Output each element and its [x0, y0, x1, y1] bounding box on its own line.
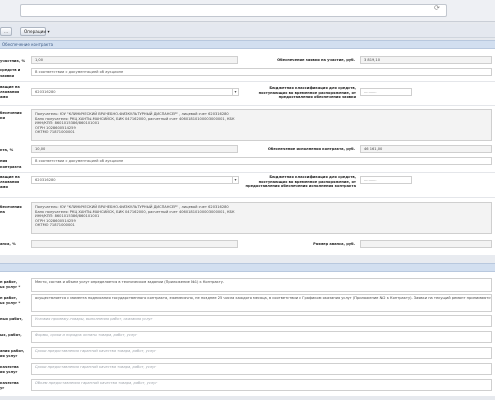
account2-select-value: 620316280: [35, 178, 56, 182]
bk2-input[interactable]: ...........: [360, 176, 412, 184]
requisites2-label-1: бесечения: [0, 205, 22, 209]
terms-row-field-1[interactable]: Место, состав и объем услуг определяется…: [31, 278, 492, 292]
exec-procedure-label-2: контракта: [0, 165, 22, 169]
app-amount-field[interactable]: 3 819,10: [360, 56, 492, 64]
requisites2-textarea[interactable]: Получатель: ЮУ "КЛИНИЧЕСКИЙ ВРАЧЕБНО-ФИЗ…: [31, 202, 492, 234]
terms-row-label-2b: ья услуг *: [0, 301, 21, 305]
divider: [0, 81, 495, 82]
exec-procedure-field[interactable]: В соответствии с документацией об аукцио…: [31, 157, 492, 165]
account2-label-2: лзования: [0, 180, 20, 184]
bottom-bar: [0, 396, 495, 400]
requisites-textarea[interactable]: Получатель: ЮУ "КЛИНИЧЕСКИЙ ВРАЧЕБНО-ФИЗ…: [31, 109, 492, 141]
terms-row-label-5b: ия услуг: [0, 354, 18, 358]
app-procedure-field[interactable]: В соответствии с документацией об аукцио…: [31, 68, 492, 76]
reload-icon[interactable]: ⟳: [434, 5, 491, 12]
app-procedure-label-1: средств и: [0, 68, 21, 72]
terms-row-field-7[interactable]: Объем предоставления гарантий качества т…: [31, 379, 492, 391]
divider: [0, 172, 495, 173]
terms-row-label-2a: н работ,: [0, 296, 18, 300]
terms-row-label-6a: качества: [0, 365, 19, 369]
exec-amount-field[interactable]: 46 161,00: [360, 145, 492, 153]
chevron-down-icon[interactable]: ▾: [232, 177, 238, 183]
terms-row-label-7a: качества: [0, 381, 19, 385]
advance-amount-field[interactable]: [360, 240, 492, 248]
advance-percent-label: анса, %: [0, 242, 16, 246]
bk2-label: Бюджетная классификация для средств, пос…: [245, 175, 356, 189]
account2-label-3: ами: [0, 185, 8, 189]
terms-row-label-7b: уг: [0, 386, 5, 390]
bk-label: Бюджетная классификация для средств, пос…: [258, 86, 356, 100]
terms-row-label-1a: н работ,: [0, 280, 18, 284]
operations-menu-button[interactable]: Операции ▾: [20, 27, 50, 36]
account2-label-1: ващие на: [0, 175, 20, 179]
terms-row-label-5a: ания работ,: [0, 349, 25, 353]
divider: [0, 105, 495, 106]
advance-amount-label: Размер аванса, руб.: [313, 242, 355, 246]
section-gap: [0, 255, 495, 263]
terms-row-label-1b: ья услуг *: [0, 285, 21, 289]
account-select[interactable]: 620316280 ▾: [31, 88, 239, 96]
terms-row-field-5[interactable]: Сроки предоставления гарантий качества т…: [31, 347, 492, 359]
terms-row-field-2[interactable]: осуществляется с момента подписания госу…: [31, 294, 492, 312]
requisites-label-1: бесечения: [0, 111, 22, 115]
divider: [0, 197, 495, 198]
account-label-1: ващие на: [0, 85, 20, 89]
bk-input[interactable]: ...........: [360, 88, 412, 96]
toolbar-button-back[interactable]: ...: [0, 27, 12, 36]
requisites-label-2: ки: [0, 116, 5, 120]
requisites2-label-2: на: [0, 210, 5, 214]
account-label-2: лзования: [0, 90, 20, 94]
account-select-value: 620316280: [35, 90, 56, 94]
terms-row-label-4a: ых, работ,: [0, 333, 22, 337]
terms-row-field-3[interactable]: Условия промежу-товары, выполнения работ…: [31, 315, 492, 327]
exec-amount-label: Обеспечение исполнения контракта, руб.: [267, 147, 355, 151]
chevron-down-icon[interactable]: ▾: [232, 89, 238, 95]
section-header-contract-security: Обеспечение контракта: [0, 40, 495, 49]
terms-row-label-3a: ных работ,: [0, 317, 23, 321]
terms-row-field-6[interactable]: Сроки предоставления гарантий качества т…: [31, 363, 492, 375]
app-percent-field[interactable]: 1,00: [31, 56, 238, 64]
app-percent-label: участник, %: [0, 59, 26, 63]
toolbar: [0, 24, 495, 38]
app-procedure-label-2: заявки: [0, 74, 15, 78]
account2-select[interactable]: 620316280 ▾: [31, 176, 239, 184]
section-header-terms: [0, 263, 495, 272]
advance-percent-field[interactable]: [31, 240, 238, 248]
exec-procedure-label-1: ния: [0, 159, 8, 163]
terms-row-field-4[interactable]: Формы, сроки и порядок оплаты товара, ра…: [31, 331, 492, 343]
address-bar[interactable]: [20, 4, 447, 17]
exec-percent-label: кта, %: [0, 148, 14, 152]
terms-row-label-6b: ия услуг: [0, 370, 18, 374]
exec-percent-field[interactable]: 10,00: [31, 145, 238, 153]
account-label-3: ами: [0, 95, 8, 99]
app-amount-label: Обеспечение заявки на участие, руб.: [277, 58, 355, 62]
